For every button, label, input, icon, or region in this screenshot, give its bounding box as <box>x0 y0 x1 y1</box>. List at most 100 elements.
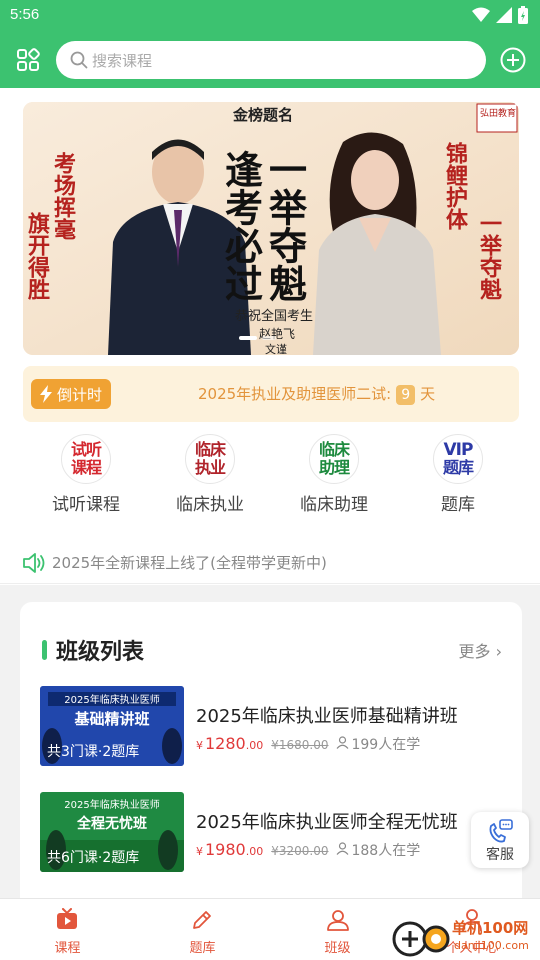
right-verse-1: 锦鲤护体 <box>442 141 469 230</box>
announcement-bar[interactable]: 2025年全新课程上线了(全程带学更新中) <box>0 544 540 584</box>
add-icon[interactable] <box>500 47 526 73</box>
trial-course-icon: 试听 课程 <box>61 434 111 484</box>
price: 1980 <box>205 840 246 859</box>
speaker-icon <box>23 553 45 573</box>
status-time: 5:56 <box>10 6 40 23</box>
search-placeholder: 搜索课程 <box>92 52 153 70</box>
clinical-practice-icon: 临床 执业 <box>185 434 235 484</box>
tab-label: 题库 <box>189 941 216 956</box>
nav-item-trial-course[interactable]: 试听 课程 试听课程 <box>24 434 148 524</box>
clinical-assistant-icon: 临床 助理 <box>309 434 359 484</box>
announcement-text: 2025年全新课程上线了(全程带学更新中) <box>52 554 327 572</box>
countdown-badge-label: 倒计时 <box>57 386 103 404</box>
more-link[interactable]: 更多 › <box>458 638 502 662</box>
signal-icon <box>496 7 512 23</box>
carousel-dot[interactable] <box>262 336 276 340</box>
nav-circle-text: 临床 执业 <box>194 440 226 477</box>
nav-label: 临床助理 <box>300 495 368 515</box>
nav-label: 试听课程 <box>52 495 120 515</box>
site-watermark: 单机100网 danji100.com <box>390 915 540 960</box>
left-verse-2: 旗开得胜 <box>24 211 51 301</box>
banner-poster: 考场挥毫 旗开得胜 锦鲤护体 一举夺魁 金榜题名 逢考必过 一举夺魁 恭祝全国考… <box>23 102 519 355</box>
carousel-indicator[interactable] <box>239 336 276 340</box>
course-meta: ¥ 1280 .00 ¥1680.00 199人在学 <box>196 734 420 754</box>
vip-question-bank-icon: VIP 题库 <box>433 434 483 484</box>
price-decimal: .00 <box>245 845 264 858</box>
svg-text:弘田教育: 弘田教育 <box>480 107 516 119</box>
lightning-icon <box>40 385 52 403</box>
banner-headline-top: 金榜题名 <box>232 106 293 124</box>
thumb-title: 2025年临床执业医师 <box>64 693 159 706</box>
course-title: 2025年临床执业医师基础精讲班 <box>196 706 458 727</box>
section-accent-bar <box>42 640 47 660</box>
tab-label: 课程 <box>54 941 81 956</box>
user-icon <box>337 842 349 855</box>
battery-icon <box>518 6 528 24</box>
main-content: 考场挥毫 旗开得胜 锦鲤护体 一举夺魁 金榜题名 逢考必过 一举夺魁 恭祝全国考… <box>0 88 540 898</box>
thumb-main: 基础精讲班 <box>73 710 149 728</box>
customer-service-icon <box>489 819 513 843</box>
customer-service-button[interactable]: 客服 <box>471 812 529 868</box>
thumb-main: 全程无忧班 <box>76 815 147 832</box>
tab-classes[interactable]: 班级 <box>270 899 405 960</box>
chevron-right-icon: › <box>495 642 502 661</box>
center-verse-2: 一举夺魁 <box>263 150 308 302</box>
course-thumbnail: 2025年临床执业医师 基础精讲班 共3门课·2题库 <box>40 686 184 766</box>
course-title: 2025年临床执业医师全程无忧班 <box>196 812 458 833</box>
carousel-dot[interactable] <box>239 336 257 340</box>
search-icon <box>70 51 88 69</box>
countdown-exam: 2025年执业及助理医师二试: <box>198 385 392 403</box>
nav-item-clinical-assistant[interactable]: 临床 助理 临床助理 <box>272 434 396 524</box>
quick-nav: 试听 课程 试听课程 临床 执业 临床执业 临床 助理 临床助理 VIP 题库 题库 <box>0 434 540 524</box>
watermark-logo-icon <box>392 921 450 957</box>
pencil-icon <box>193 911 211 929</box>
status-icons <box>472 6 528 24</box>
currency-symbol: ¥ <box>196 739 203 752</box>
watermark-name: 单机100网 <box>452 919 529 937</box>
user-icon <box>337 736 349 749</box>
more-label: 更多 <box>458 642 491 661</box>
tab-label: 班级 <box>324 941 351 956</box>
countdown-text: 2025年执业及助理医师二试: 9 天 <box>198 383 435 405</box>
nav-circle-text: VIP 题库 <box>442 440 474 477</box>
thumb-title: 2025年临床执业医师 <box>64 798 159 811</box>
countdown-badge: 倒计时 <box>31 379 111 409</box>
promo-banner[interactable]: 考场挥毫 旗开得胜 锦鲤护体 一举夺魁 金榜题名 逢考必过 一举夺魁 恭祝全国考… <box>23 102 519 355</box>
nav-item-question-bank[interactable]: VIP 题库 题库 <box>396 434 520 524</box>
customer-service-label: 客服 <box>486 847 514 863</box>
countdown-days: 9 <box>396 385 416 405</box>
brand-logo: 弘田教育 <box>476 103 518 133</box>
section-title: 班级列表 <box>56 640 145 665</box>
right-verse-2: 一举夺魁 <box>476 212 503 301</box>
wifi-icon <box>472 7 490 22</box>
tab-question-bank[interactable]: 题库 <box>135 899 270 960</box>
class-list-card: 班级列表 更多 › 2025年临床执业医师 基础精讲班 共3门课·2题库 202… <box>20 602 522 898</box>
price: 1280 <box>205 734 246 753</box>
nav-item-clinical-practice[interactable]: 临床 执业 临床执业 <box>148 434 272 524</box>
center-verse-1: 逢考必过 <box>219 150 264 302</box>
class-group-icon <box>327 910 349 931</box>
tab-courses[interactable]: 课程 <box>0 899 135 960</box>
price-decimal: .00 <box>245 739 264 752</box>
watermark-url: danji100.com <box>454 939 529 952</box>
learner-count: 199人在学 <box>351 737 421 753</box>
original-price: ¥3200.00 <box>271 844 329 858</box>
nav-circle-text: 试听 课程 <box>70 440 102 477</box>
nav-label: 题库 <box>441 495 475 515</box>
countdown-unit: 天 <box>420 385 436 403</box>
status-bar: 5:56 <box>0 0 540 32</box>
exam-countdown: 倒计时 2025年执业及助理医师二试: 9 天 <box>23 366 519 422</box>
course-thumbnail: 2025年临床执业医师 全程无忧班 共6门课·2题库 <box>40 792 184 872</box>
currency-symbol: ¥ <box>196 845 203 858</box>
category-grid-icon[interactable] <box>16 48 40 72</box>
course-item[interactable]: 2025年临床执业医师 基础精讲班 共3门课·2题库 2025年临床执业医师基础… <box>40 686 502 768</box>
original-price: ¥1680.00 <box>271 738 329 752</box>
thumb-badge: 共6门课·2题库 <box>47 850 140 866</box>
thumb-badge: 共3门课·2题库 <box>47 744 140 760</box>
nav-circle-text: 临床 助理 <box>318 440 350 477</box>
banner-congrats: 恭祝全国考生 <box>235 308 313 324</box>
learner-count: 188人在学 <box>351 843 421 859</box>
banner-sig-suffix: 文谨 <box>265 342 287 355</box>
search-input[interactable]: 搜索课程 <box>56 41 486 79</box>
course-item[interactable]: 2025年临床执业医师 全程无忧班 共6门课·2题库 2025年临床执业医师全程… <box>40 792 502 874</box>
